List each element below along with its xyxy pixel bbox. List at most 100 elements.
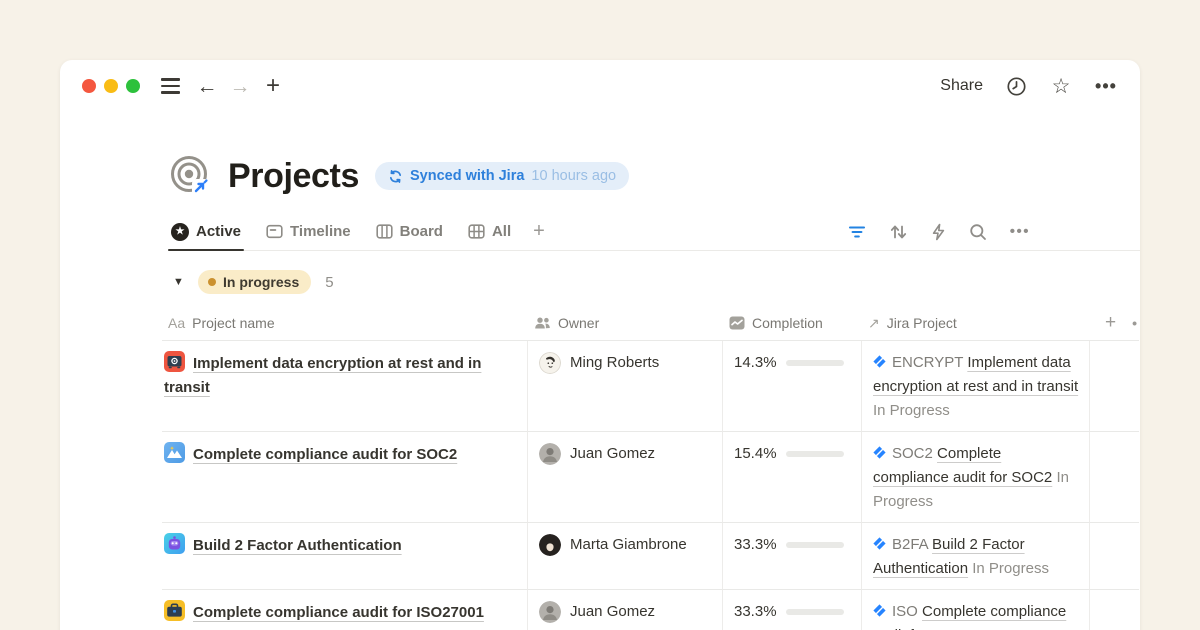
jira-project-cell[interactable]: ISO Complete compliance audit for ISO270… xyxy=(862,590,1090,630)
progress-bar xyxy=(786,360,844,366)
owner-name: Juan Gomez xyxy=(570,442,655,466)
back-arrow-icon[interactable]: ← xyxy=(195,74,219,98)
project-name-link[interactable]: Complete compliance audit for ISO27001 xyxy=(193,604,484,621)
minimize-window-button[interactable] xyxy=(104,79,118,93)
completion-cell[interactable]: 14.3% xyxy=(723,341,862,432)
owner-cell[interactable]: Ming Roberts xyxy=(528,341,723,432)
project-name-cell[interactable]: Complete compliance audit for ISO27001 xyxy=(162,590,528,630)
jira-key: SOC2 xyxy=(892,445,933,462)
owner-cell[interactable]: Marta Giambrone xyxy=(528,523,723,590)
forward-arrow-icon[interactable]: → xyxy=(228,74,252,98)
project-name-cell[interactable]: Build 2 Factor Authentication xyxy=(162,523,528,590)
favorite-star-icon[interactable]: ☆ xyxy=(1049,74,1073,98)
progress-bar xyxy=(786,609,844,615)
status-dot-icon xyxy=(208,278,216,286)
empty-cell xyxy=(1090,432,1139,523)
jira-status: In Progress xyxy=(972,560,1049,577)
page-content: Projects Synced with Jira 10 hours ago ★… xyxy=(60,152,1140,630)
window-toolbar: ← → + Share ☆ ••• xyxy=(60,60,1140,112)
arrow-up-right-icon: ↗ xyxy=(868,315,880,332)
robot-icon xyxy=(164,533,185,554)
tab-all[interactable]: All xyxy=(465,213,514,250)
tab-timeline[interactable]: Timeline xyxy=(263,213,354,250)
completion-cell[interactable]: 15.4% xyxy=(723,432,862,523)
jira-status: In Progress xyxy=(873,402,950,419)
table-row: Complete compliance audit for ISO27001 J… xyxy=(162,590,1139,630)
add-view-icon[interactable]: + xyxy=(533,220,545,243)
project-name-link[interactable]: Complete compliance audit for SOC2 xyxy=(193,446,457,463)
toolbar-right: Share ☆ ••• xyxy=(940,74,1118,98)
group-count: 5 xyxy=(325,274,333,291)
column-header-completion[interactable]: Completion xyxy=(723,306,862,340)
collapse-group-icon[interactable]: ▼ xyxy=(173,276,185,288)
avatar xyxy=(539,601,561,623)
view-tabs-bar: ★ Active Timeline Board xyxy=(168,213,1140,251)
empty-cell xyxy=(1090,341,1139,432)
view-controls: ••• xyxy=(848,223,1030,241)
chart-icon xyxy=(729,316,745,330)
jira-project-cell[interactable]: ENCRYPT Implement data encryption at res… xyxy=(862,341,1090,432)
jira-project-cell[interactable]: B2FA Build 2 Factor Authentication In Pr… xyxy=(862,523,1090,590)
owner-name: Juan Gomez xyxy=(570,600,655,624)
column-header-jira-project[interactable]: ↗ Jira Project xyxy=(862,306,1090,340)
tab-label: All xyxy=(492,223,511,240)
owner-cell[interactable]: Juan Gomez xyxy=(528,432,723,523)
avatar xyxy=(539,352,561,374)
more-columns-icon[interactable]: • xyxy=(1132,315,1137,331)
window-controls xyxy=(82,79,140,93)
project-name-link[interactable]: Build 2 Factor Authentication xyxy=(193,537,402,554)
progress-bar xyxy=(786,451,844,457)
table-row: Build 2 Factor Authentication Marta Giam… xyxy=(162,523,1139,590)
completion-value: 33.3% xyxy=(734,533,777,557)
add-column-icon[interactable]: + xyxy=(1105,312,1116,334)
jira-logo-icon xyxy=(873,601,886,614)
tab-label: Timeline xyxy=(290,223,351,240)
sidebar-menu-icon[interactable] xyxy=(158,74,182,98)
new-tab-icon[interactable]: + xyxy=(261,74,285,98)
column-label: Completion xyxy=(752,315,823,331)
completion-value: 33.3% xyxy=(734,600,777,624)
completion-value: 14.3% xyxy=(734,351,777,375)
avatar xyxy=(539,534,561,556)
target-synced-database-icon[interactable] xyxy=(168,154,212,198)
filter-icon[interactable] xyxy=(848,225,866,239)
column-header-owner[interactable]: Owner xyxy=(528,306,723,340)
sort-icon[interactable] xyxy=(889,223,908,241)
project-name-cell[interactable]: Complete compliance audit for SOC2 xyxy=(162,432,528,523)
owner-name: Ming Roberts xyxy=(570,351,659,375)
jira-key: B2FA xyxy=(892,536,928,553)
sync-badge-time: 10 hours ago xyxy=(531,168,616,184)
tab-active[interactable]: ★ Active xyxy=(168,213,244,250)
table-row: Complete compliance audit for SOC2 Juan … xyxy=(162,432,1139,523)
jira-key: ENCRYPT xyxy=(892,354,963,371)
more-options-icon[interactable]: ••• xyxy=(1094,74,1118,98)
people-icon xyxy=(534,316,551,330)
jira-project-cell[interactable]: SOC2 Complete compliance audit for SOC2 … xyxy=(862,432,1090,523)
tab-board[interactable]: Board xyxy=(373,213,446,250)
tab-label: Board xyxy=(400,223,443,240)
share-button[interactable]: Share xyxy=(940,77,983,95)
column-header-project-name[interactable]: Aa Project name xyxy=(162,306,528,340)
search-icon[interactable] xyxy=(969,223,987,241)
project-name-link[interactable]: Implement data encryption at rest and in… xyxy=(164,355,481,396)
automation-lightning-icon[interactable] xyxy=(931,223,946,241)
sync-badge-label: Synced with Jira xyxy=(410,168,524,184)
table-view-icon xyxy=(468,223,485,240)
avatar xyxy=(539,443,561,465)
close-window-button[interactable] xyxy=(82,79,96,93)
group-status-pill[interactable]: In progress xyxy=(198,270,311,294)
project-name-cell[interactable]: Implement data encryption at rest and in… xyxy=(162,341,528,432)
progress-bar xyxy=(786,542,844,548)
empty-cell xyxy=(1090,523,1139,590)
jira-sync-badge[interactable]: Synced with Jira 10 hours ago xyxy=(375,162,629,190)
completion-cell[interactable]: 33.3% xyxy=(723,590,862,630)
starred-view-icon: ★ xyxy=(171,223,189,241)
page-title: Projects xyxy=(228,157,359,196)
owner-cell[interactable]: Juan Gomez xyxy=(528,590,723,630)
zoom-window-button[interactable] xyxy=(126,79,140,93)
clock-history-icon[interactable] xyxy=(1004,74,1028,98)
completion-cell[interactable]: 33.3% xyxy=(723,523,862,590)
safe-icon xyxy=(164,351,185,372)
app-window: ← → + Share ☆ ••• Pro xyxy=(60,60,1140,630)
view-more-options-icon[interactable]: ••• xyxy=(1010,223,1030,240)
